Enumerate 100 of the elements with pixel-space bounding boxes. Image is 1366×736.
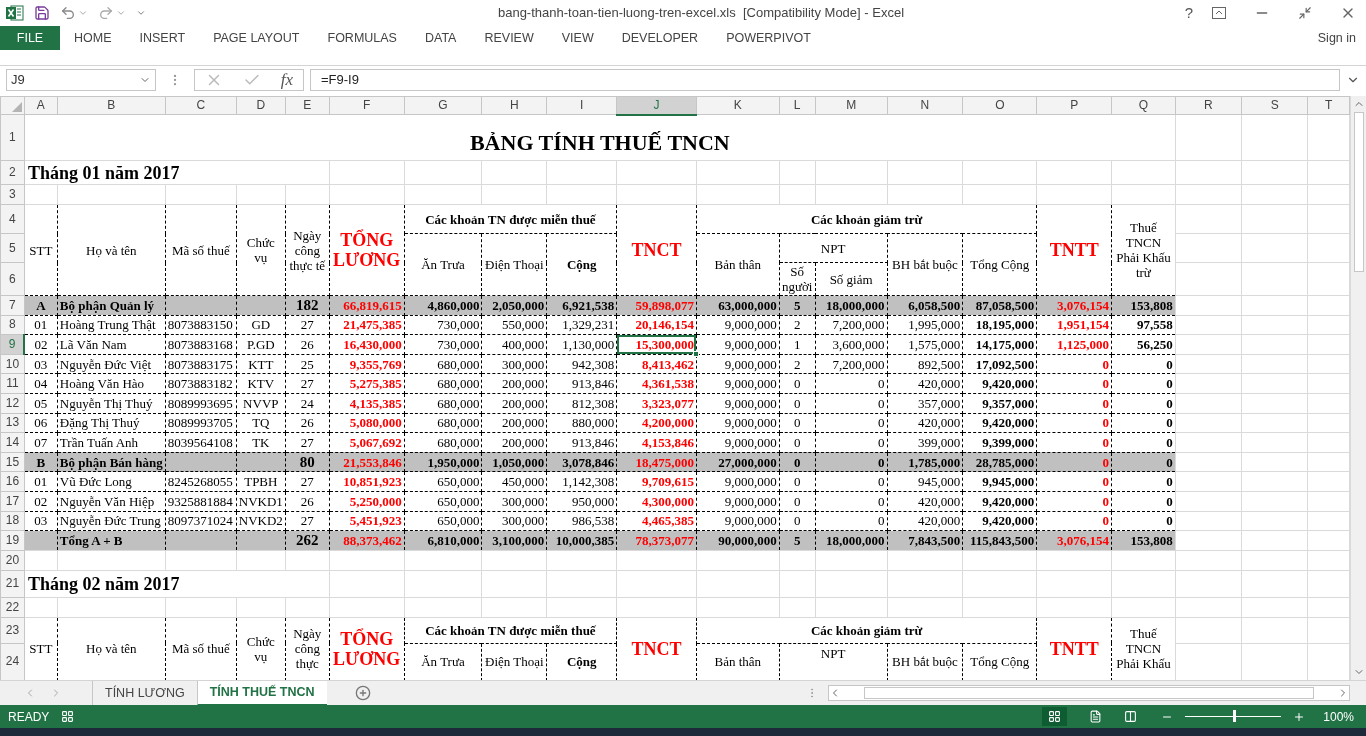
name-box[interactable]: J9 [6, 69, 156, 91]
table-cell: 27,000,000 [696, 452, 780, 472]
column-header[interactable]: R [1175, 96, 1242, 115]
column-header[interactable]: L [779, 96, 816, 115]
sign-in-link[interactable]: Sign in [1317, 28, 1366, 48]
column-header[interactable]: N [887, 96, 963, 115]
table-cell: 0 [1111, 511, 1176, 531]
column-header[interactable]: A [24, 96, 58, 115]
fill-handle[interactable] [692, 350, 699, 357]
sheet-tab[interactable]: TÍNH THUẾ TNCN [196, 680, 327, 706]
row-number[interactable]: 14 [0, 432, 25, 453]
ribbon-tab[interactable]: DATA [410, 26, 471, 50]
table-cell: TK [236, 432, 286, 453]
row-number[interactable]: 6 [0, 262, 25, 296]
caret-icon[interactable] [78, 8, 88, 18]
formula-field[interactable]: =F9-I9 [310, 69, 1340, 91]
row-number[interactable]: 11 [0, 373, 25, 394]
row-number[interactable]: 8 [0, 315, 25, 335]
vertical-scrollbar[interactable] [1350, 96, 1366, 680]
zoom-level[interactable]: 100% [1323, 707, 1354, 726]
table-cell: Nguyễn Văn Hiệp [57, 491, 166, 512]
header-cell: Ngày công thực tế [285, 204, 330, 296]
column-header[interactable]: J [616, 96, 697, 115]
ribbon-tab[interactable]: VIEW [547, 26, 608, 50]
row-number[interactable]: 5 [0, 233, 25, 263]
normal-view-button[interactable] [1042, 707, 1068, 726]
ribbon-tab[interactable]: HOME [60, 26, 126, 50]
row-number[interactable]: 21 [0, 570, 25, 598]
table-cell: 399,000 [887, 432, 963, 453]
row-number[interactable]: 9 [0, 334, 25, 355]
spreadsheet-logo-icon[interactable] [6, 5, 24, 21]
help-button[interactable]: ? [1176, 1, 1202, 25]
row-number[interactable]: 4 [0, 204, 25, 234]
caret-icon[interactable] [116, 8, 126, 18]
row-number[interactable]: 13 [0, 413, 25, 433]
table-cell: 21,475,385 [329, 315, 405, 335]
column-header[interactable]: F [329, 96, 405, 115]
row-number[interactable]: 15 [0, 452, 25, 472]
row-number[interactable]: 16 [0, 471, 25, 492]
customize-icon[interactable] [136, 8, 146, 18]
column-header[interactable]: O [962, 96, 1037, 115]
row-number[interactable]: 20 [0, 550, 25, 571]
column-header[interactable]: Q [1111, 96, 1176, 115]
page-break-icon[interactable] [1124, 710, 1138, 723]
table-cell: 10,851,923 [329, 471, 405, 492]
scroll-thumb[interactable] [864, 687, 1314, 699]
ribbon-tab[interactable]: POWERPIVOT [712, 26, 825, 50]
ribbon-tab[interactable]: PAGE LAYOUT [199, 26, 314, 50]
save-icon[interactable] [34, 5, 50, 21]
row-number[interactable]: 19 [0, 530, 25, 551]
table-cell: 153,808 [1111, 295, 1176, 316]
row-number[interactable]: 3 [0, 184, 25, 205]
file-tab[interactable]: FILE [0, 26, 60, 50]
row-number[interactable]: 2 [0, 160, 25, 185]
zoom-slider-thumb[interactable] [1233, 710, 1237, 722]
column-header[interactable]: G [404, 96, 482, 115]
column-header[interactable]: T [1307, 96, 1350, 115]
ribbon-tab[interactable]: DEVELOPER [607, 26, 713, 50]
column-header[interactable]: M [815, 96, 888, 115]
ribbon-tab[interactable]: REVIEW [470, 26, 548, 50]
ribbon-tab[interactable]: FORMULAS [313, 26, 411, 50]
table-cell: NVKD2 [236, 511, 286, 531]
row-number[interactable]: 7 [0, 295, 25, 316]
table-cell: 0 [815, 491, 888, 512]
table-cell: 9,399,000 [962, 432, 1037, 453]
row-number[interactable]: 24 [0, 643, 25, 680]
redo-icon[interactable] [98, 5, 114, 21]
scroll-thumb[interactable] [1353, 112, 1364, 272]
column-header[interactable]: K [696, 96, 780, 115]
page-layout-icon[interactable] [1089, 710, 1103, 723]
column-header[interactable]: B [57, 96, 166, 115]
table-cell: 5,451,923 [329, 511, 405, 531]
column-header[interactable]: H [481, 96, 547, 115]
row-number[interactable]: 22 [0, 597, 25, 618]
table-cell: 9,420,000 [962, 491, 1037, 512]
sheet-title: BẢNG TÍNH THUẾ TNCN [24, 114, 1176, 161]
column-header[interactable]: I [546, 96, 617, 115]
table-cell: 0 [1036, 452, 1112, 472]
insert-function-button[interactable]: fx [280, 67, 294, 93]
row-number[interactable]: 23 [0, 617, 25, 644]
column-header[interactable]: S [1241, 96, 1308, 115]
row-number[interactable]: 17 [0, 491, 25, 512]
row-number[interactable]: 1 [0, 114, 25, 161]
table-cell: 18,475,000 [616, 452, 697, 472]
ribbon-tab[interactable]: INSERT [125, 26, 200, 50]
select-all-icon[interactable] [11, 102, 22, 112]
zoom-in-icon[interactable] [1293, 710, 1306, 723]
column-header[interactable]: C [165, 96, 237, 115]
add-sheet-icon[interactable] [354, 685, 371, 701]
column-header[interactable]: P [1036, 96, 1112, 115]
horizontal-scrollbar[interactable] [828, 685, 1350, 701]
row-number[interactable]: 10 [0, 354, 25, 374]
row-number[interactable]: 18 [0, 511, 25, 531]
table-cell: 0 [1036, 373, 1112, 394]
column-header[interactable]: D [236, 96, 286, 115]
column-header[interactable]: E [285, 96, 330, 115]
row-number[interactable]: 12 [0, 393, 25, 414]
undo-icon[interactable] [60, 5, 76, 21]
table-cell: 7,200,000 [815, 315, 888, 335]
ribbon-display-icon[interactable] [1212, 7, 1226, 19]
